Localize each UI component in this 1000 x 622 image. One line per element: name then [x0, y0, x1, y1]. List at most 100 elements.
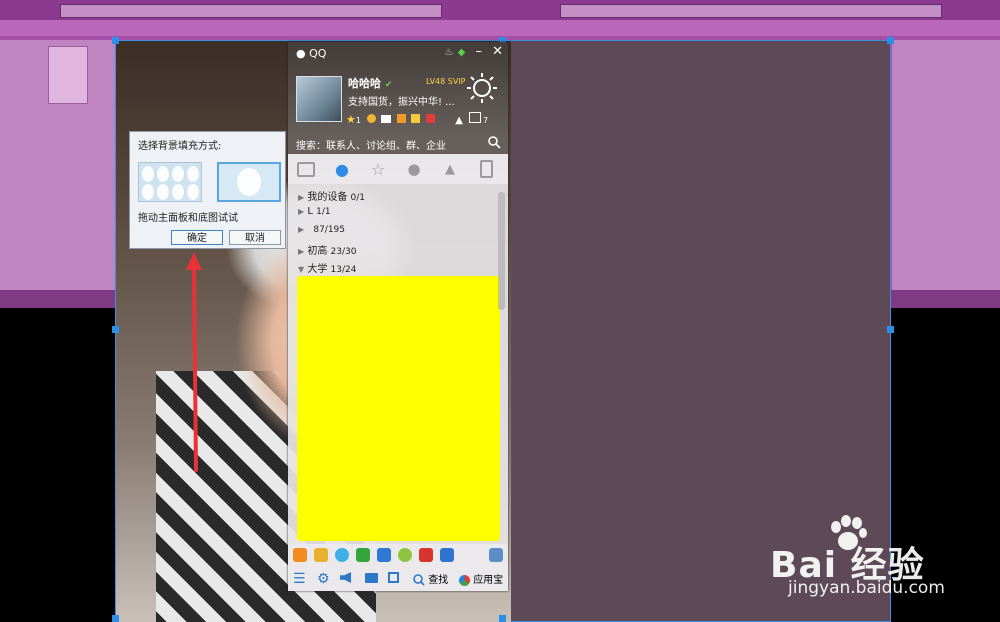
group-name: 我的设备: [307, 192, 348, 203]
group-count: 87/195: [313, 225, 346, 235]
resize-handle-bottom-middle[interactable]: [499, 615, 506, 622]
shirt-icon[interactable]: ▲: [455, 115, 463, 126]
app-store-icon: [459, 574, 470, 586]
close-icon[interactable]: ✕: [492, 44, 503, 59]
expand-arrow-icon: ▶: [298, 225, 305, 234]
weather-sun-icon[interactable]: [466, 72, 498, 104]
annotation-arrow: [186, 252, 202, 472]
group-my-devices[interactable]: ▶ 我的设备 0/1: [298, 188, 365, 203]
group-count: 1/1: [316, 207, 331, 217]
main-menu-icon[interactable]: ☰: [293, 571, 306, 587]
phone-icon: [479, 160, 493, 178]
collapse-arrow-icon: ▼: [298, 265, 305, 274]
bottom-toolbar: ☰ ⚙ 查找 应用宝: [288, 568, 508, 591]
signature[interactable]: 支持国货，振兴中华! ...: [348, 93, 455, 108]
watermark-url: jingyan.baidu.com: [788, 578, 945, 598]
window-controls: ♨ ◆ – ✕: [445, 44, 504, 59]
resize-handle-top-left[interactable]: [112, 37, 119, 44]
stretch-fill-option[interactable]: [217, 162, 281, 202]
group-name: 初高: [307, 246, 328, 257]
online-status-icon[interactable]: ✔: [385, 80, 393, 90]
find-button[interactable]: 查找: [413, 571, 448, 586]
find-search-icon: [413, 574, 425, 586]
browser-tabs-left: [0, 20, 500, 36]
shopping-icon[interactable]: [396, 114, 406, 123]
app-shortcut-bar: [288, 544, 508, 568]
settings-gear-icon[interactable]: ⚙: [317, 571, 330, 587]
qq-app-name: QQ: [309, 47, 327, 60]
search-icon[interactable]: [488, 136, 501, 149]
nickname[interactable]: 哈哈哈 ✔: [348, 75, 392, 91]
penguin-icon: ●: [296, 47, 306, 60]
message-box-icon[interactable]: [468, 112, 481, 123]
search-input[interactable]: 搜索：联系人、讨论组、群、企业: [296, 137, 446, 152]
tab-messages[interactable]: [288, 154, 324, 184]
find-label: 查找: [428, 575, 449, 586]
resize-handle-left-middle[interactable]: [112, 326, 119, 333]
tile-fill-option[interactable]: [138, 162, 202, 202]
dialog-hint: 拖动主面板和底图试试: [138, 213, 238, 224]
group-university[interactable]: ▼ 大学 13/24: [298, 260, 356, 275]
ok-button[interactable]: 确定: [171, 230, 223, 245]
avatar[interactable]: [296, 76, 342, 122]
star-level-icon[interactable]: ★: [346, 113, 356, 126]
qq-game-icon[interactable]: [293, 548, 307, 562]
qq-pet-icon[interactable]: [314, 548, 328, 562]
resize-handle-top-right[interactable]: [887, 37, 894, 44]
background-right-column: [892, 40, 1000, 290]
wallet-icon[interactable]: [411, 114, 421, 123]
stretch-penguin-icon: [237, 168, 261, 196]
qq-music-icon[interactable]: [335, 548, 349, 562]
address-bar-right: [560, 4, 942, 18]
sound-icon[interactable]: [340, 572, 351, 583]
group-count: 23/30: [330, 247, 357, 257]
mini-app-icon[interactable]: [398, 548, 412, 562]
expand-arrow-icon: ▶: [298, 247, 305, 256]
tuan-icon[interactable]: [356, 548, 370, 562]
expand-arrow-icon: ▶: [298, 207, 305, 216]
cancel-button[interactable]: 取消: [229, 230, 281, 245]
tab-contacts[interactable]: ●: [324, 154, 360, 184]
collection-icon[interactable]: [440, 548, 454, 562]
gift-icon[interactable]: [425, 114, 435, 123]
qq-header: ● QQ ♨ ◆ – ✕ 哈哈哈 ✔ LV48 SVIP 支持国货，振兴中华! …: [288, 42, 508, 132]
resize-handle-bottom-left[interactable]: [112, 615, 119, 622]
tab-favorites[interactable]: ☆: [360, 154, 396, 184]
security-guard-icon[interactable]: [377, 548, 391, 562]
search-bar[interactable]: 搜索：联系人、讨论组、群、企业: [288, 132, 508, 154]
redacted-contacts: [297, 276, 500, 541]
security-shield-icon[interactable]: ◆: [458, 47, 466, 58]
tab-phone[interactable]: [468, 154, 504, 184]
message-count: 7: [483, 116, 489, 125]
tab-education[interactable]: ▲: [432, 154, 468, 184]
group-unnamed[interactable]: ▶ 87/195: [298, 224, 345, 235]
tab-groups[interactable]: ●: [396, 154, 432, 184]
star-icon: ☆: [370, 159, 386, 179]
status-icon-row: ★1 ▲ 7: [346, 112, 508, 126]
qq-logo: ● QQ: [296, 47, 326, 60]
app-store-label: 应用宝: [473, 575, 504, 586]
group-name: 大学: [307, 264, 328, 275]
person-icon: ●: [335, 159, 349, 179]
app-grid-icon[interactable]: [489, 548, 503, 562]
contact-tabs: ● ☆ ● ▲: [288, 154, 508, 184]
skin-icon[interactable]: ♨: [445, 47, 454, 58]
dialog-title: 选择背景填充方式:: [138, 141, 222, 152]
contact-list-scrollbar[interactable]: [498, 192, 505, 310]
group-l[interactable]: ▶ L 1/1: [298, 206, 331, 217]
qq-main-panel: ● QQ ♨ ◆ – ✕ 哈哈哈 ✔ LV48 SVIP 支持国货，振兴中华! …: [288, 42, 508, 591]
expand-arrow-icon: ▶: [298, 193, 305, 202]
minimize-icon[interactable]: –: [475, 44, 482, 59]
resize-handle-right-middle[interactable]: [887, 326, 894, 333]
qzone-icon[interactable]: [366, 114, 376, 123]
contact-group-list: ▶ 我的设备 0/1 ▶ L 1/1 ▶ 87/195 ▶ 初高 23/30 ▼…: [288, 184, 508, 542]
file-folder-icon[interactable]: [365, 573, 378, 583]
video-icon[interactable]: [419, 548, 433, 562]
mail-icon[interactable]: [381, 115, 392, 123]
app-store-button[interactable]: 应用宝: [459, 571, 503, 586]
app-manager-icon[interactable]: [388, 572, 399, 583]
tile-penguins-icon: [142, 166, 199, 200]
group-junior-high[interactable]: ▶ 初高 23/30: [298, 242, 356, 257]
background-fill-dialog: 选择背景填充方式: 拖动主面板和底图试试 确定 取消: [129, 131, 286, 249]
graduation-cap-icon: ▲: [445, 161, 455, 177]
